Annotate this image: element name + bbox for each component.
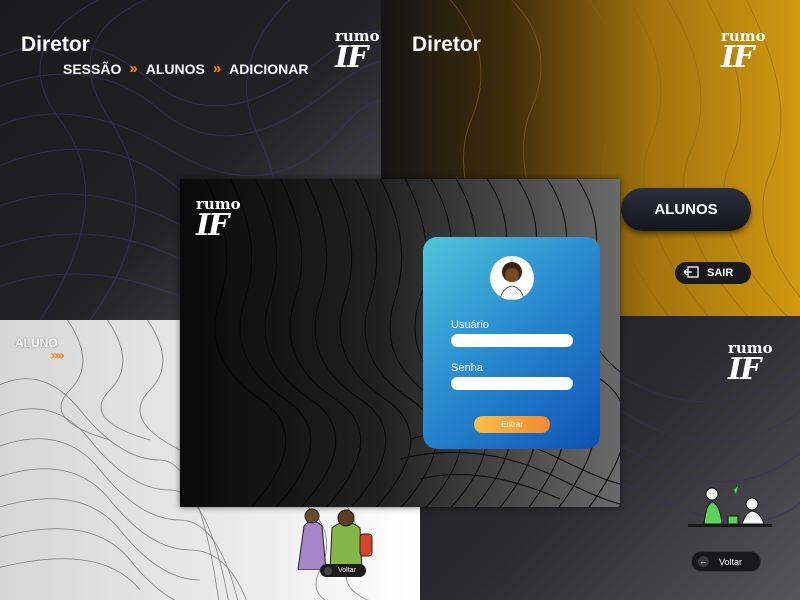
page-title: Diretor [21,33,90,56]
login-panel: rumo IF Usuário Senha Entrar [180,179,620,507]
rumo-if-logo: rumo IF [728,341,773,387]
exit-icon [683,265,699,281]
password-input[interactable] [451,377,573,390]
back-button-label: Voltar [338,567,356,574]
students-illustration [297,508,373,570]
students-button-label: ALUNOS [654,201,718,218]
exit-button-label: SAIR [707,267,734,279]
chevron-right-icon: » [129,60,138,77]
back-button-label: Voltar [719,556,743,567]
back-arrow-icon: ← [698,556,709,567]
back-arrow-icon [324,566,332,575]
logo-text-bottom: IF [728,351,761,387]
logo-text-bottom: IF [335,39,368,75]
breadcrumb-item-session[interactable]: SESSÃO [63,61,121,77]
login-button[interactable]: Entrar [474,416,550,433]
exit-button[interactable]: SAIR [675,262,751,284]
breadcrumb-item-add[interactable]: ADICIONAR [229,61,308,77]
login-button-label: Entrar [501,420,523,429]
students-button[interactable]: ALUNOS [621,188,751,231]
page-title: Diretor [412,33,481,56]
username-input[interactable] [451,334,573,347]
rumo-if-logo: rumo IF [721,29,766,75]
login-card: Usuário Senha Entrar [423,237,600,449]
rumo-if-logo: rumo IF [196,197,241,243]
back-button[interactable]: ← Voltar [691,551,761,572]
double-chevron-icon: »» [50,348,65,364]
logo-text-bottom: IF [721,39,754,75]
back-button[interactable]: Voltar [320,564,366,577]
rumo-if-logo: rumo IF [335,29,380,75]
password-label: Senha [451,362,483,374]
people-illustration [688,486,772,527]
avatar [490,256,534,300]
breadcrumb-item-students[interactable]: ALUNOS [146,61,205,77]
breadcrumb: SESSÃO » ALUNOS » ADICIONAR [63,60,309,77]
username-label: Usuário [451,319,489,331]
chevron-right-icon: » [212,60,222,77]
user-avatar-icon [499,262,525,300]
logo-text-bottom: IF [196,207,229,243]
